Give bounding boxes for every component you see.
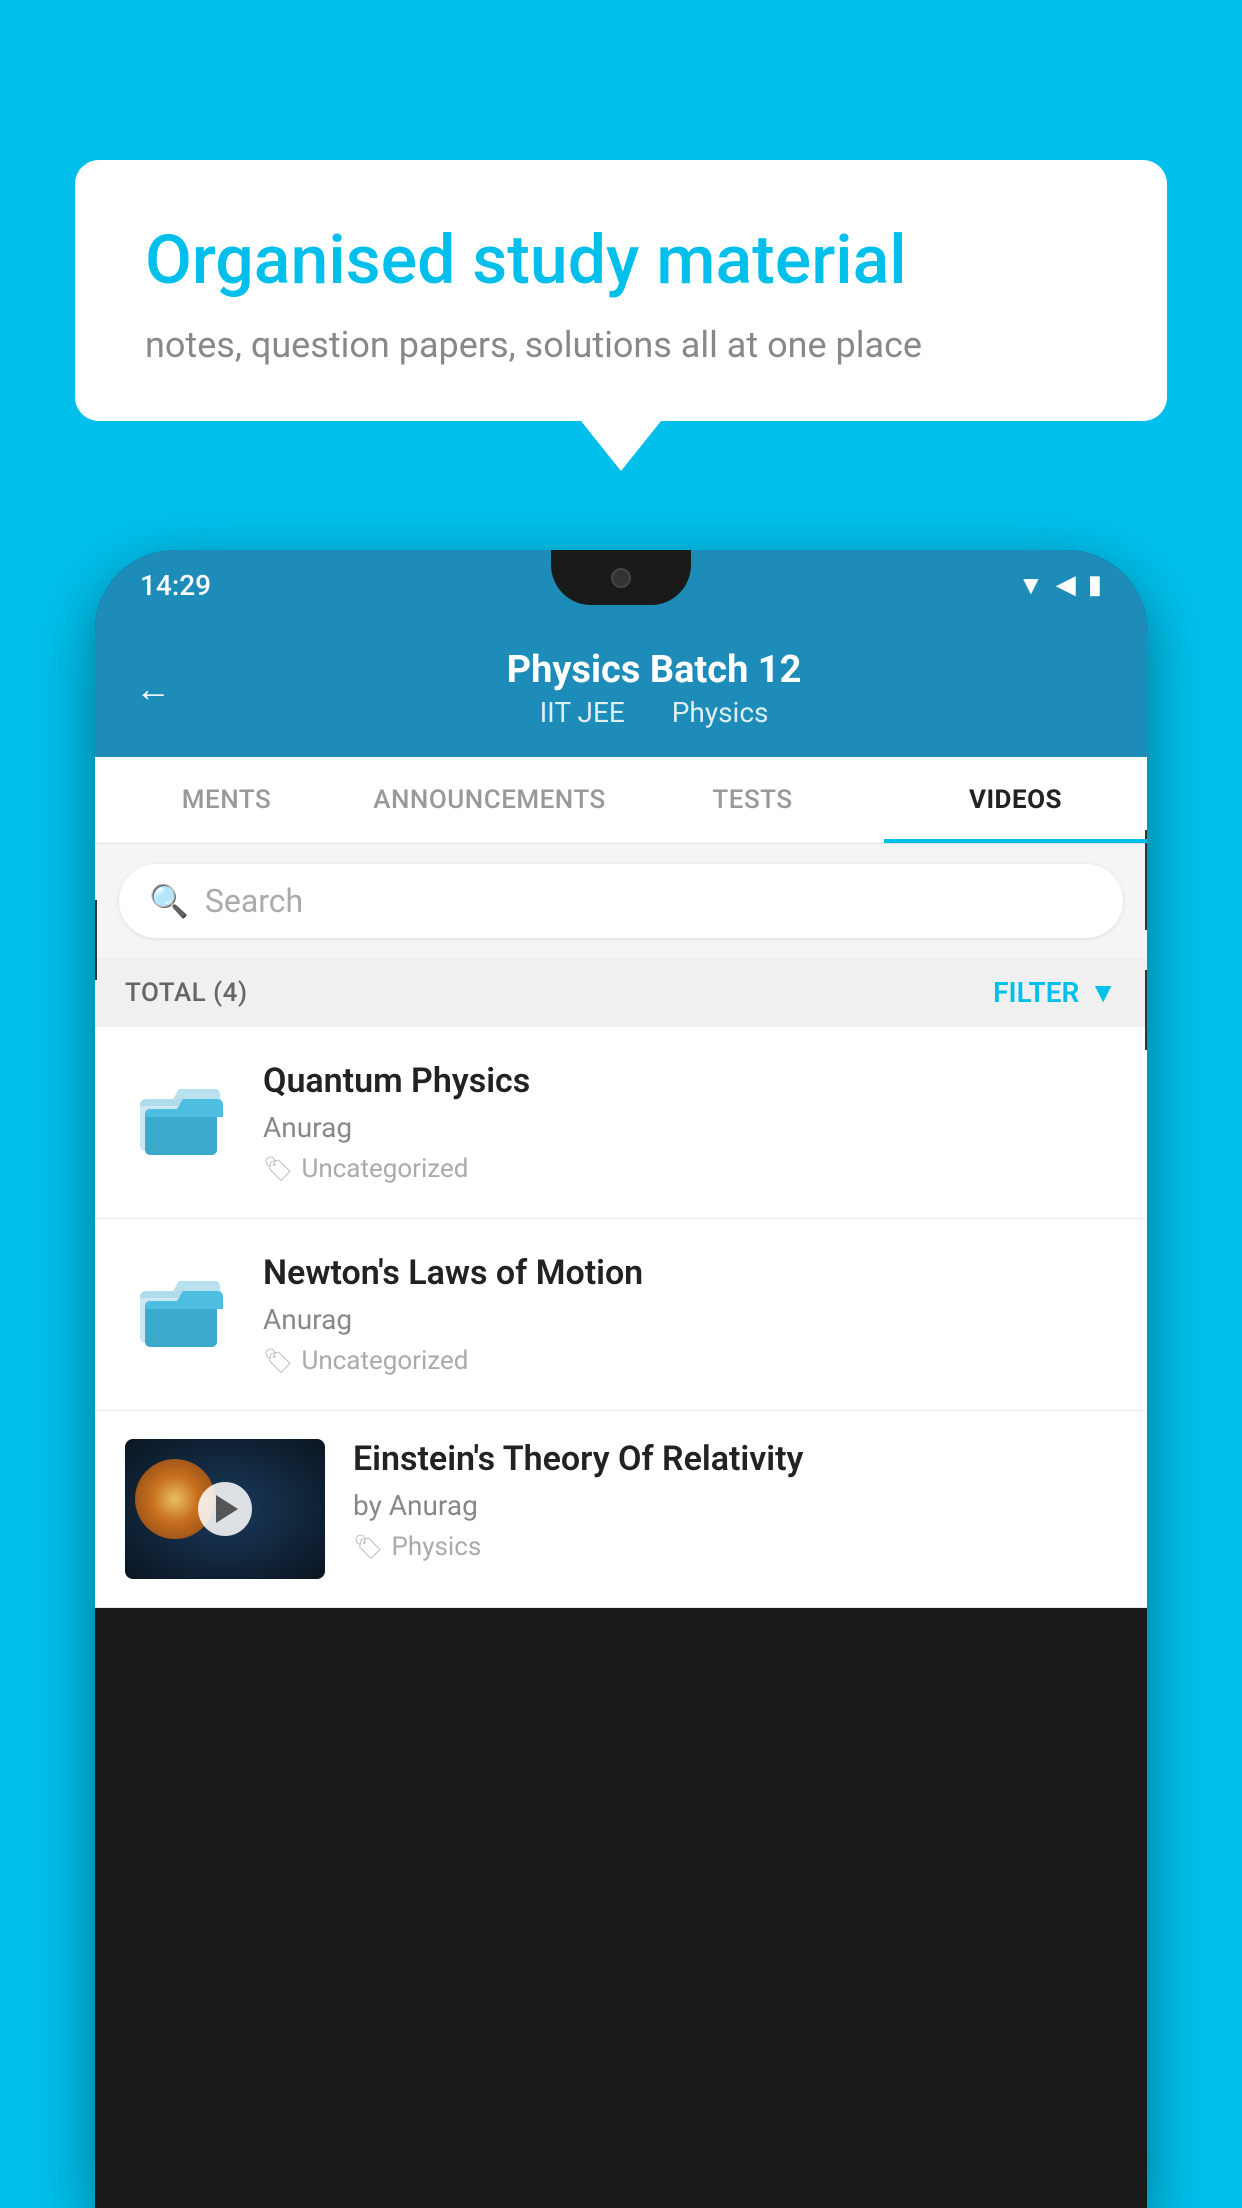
bubble-pointer bbox=[581, 421, 661, 471]
app-header: ← Physics Batch 12 IIT JEE Physics bbox=[95, 620, 1147, 757]
filter-funnel-icon: ▼ bbox=[1089, 976, 1117, 1009]
folder-icon bbox=[135, 1071, 225, 1161]
subtitle-iit: IIT JEE bbox=[540, 696, 625, 729]
video-info-quantum: Quantum Physics Anurag 🏷 Uncategorized bbox=[263, 1061, 1117, 1184]
tab-tests[interactable]: TESTS bbox=[621, 757, 884, 843]
bubble-subtitle: notes, question papers, solutions all at… bbox=[145, 324, 1097, 366]
tag-icon: 🏷 bbox=[263, 1155, 293, 1183]
status-bar: 14:29 ▼ ◀ ▮ bbox=[95, 550, 1147, 620]
video-list: Quantum Physics Anurag 🏷 Uncategorized bbox=[95, 1027, 1147, 1608]
tab-videos[interactable]: VIDEOS bbox=[884, 757, 1147, 843]
video-tag-quantum: 🏷 Uncategorized bbox=[263, 1154, 1117, 1184]
video-item-quantum[interactable]: Quantum Physics Anurag 🏷 Uncategorized bbox=[95, 1027, 1147, 1219]
video-item-einstein[interactable]: Einstein's Theory Of Relativity by Anura… bbox=[95, 1411, 1147, 1608]
batch-title: Physics Batch 12 bbox=[201, 648, 1107, 692]
video-thumb-quantum bbox=[125, 1061, 235, 1171]
signal-icon: ◀ bbox=[1056, 570, 1076, 600]
video-title-einstein: Einstein's Theory Of Relativity bbox=[353, 1439, 1117, 1479]
search-bar-container: 🔍 Search bbox=[95, 844, 1147, 958]
speech-bubble-container: Organised study material notes, question… bbox=[75, 160, 1167, 471]
tab-ments[interactable]: MENTS bbox=[95, 757, 358, 843]
tab-announcements[interactable]: ANNOUNCEMENTS bbox=[358, 757, 621, 843]
bubble-title: Organised study material bbox=[145, 220, 1097, 302]
video-thumb-newton bbox=[125, 1253, 235, 1363]
play-triangle-icon bbox=[216, 1495, 238, 1523]
phone-frame: 14:29 ▼ ◀ ▮ ← Physics Batch 12 IIT JEE P… bbox=[95, 550, 1147, 2208]
video-info-einstein: Einstein's Theory Of Relativity by Anura… bbox=[353, 1439, 1117, 1562]
status-time: 14:29 bbox=[140, 569, 211, 602]
back-button[interactable]: ← bbox=[135, 668, 171, 710]
video-title-quantum: Quantum Physics bbox=[263, 1061, 1117, 1101]
search-icon: 🔍 bbox=[149, 882, 189, 920]
total-count: TOTAL (4) bbox=[125, 978, 248, 1008]
video-tag-einstein: 🏷 Physics bbox=[353, 1532, 1117, 1562]
header-title-block: Physics Batch 12 IIT JEE Physics bbox=[201, 648, 1107, 729]
video-author-einstein: by Anurag bbox=[353, 1489, 1117, 1522]
speech-bubble-card: Organised study material notes, question… bbox=[75, 160, 1167, 421]
camera bbox=[611, 568, 631, 588]
play-button-einstein[interactable] bbox=[198, 1482, 252, 1536]
subtitle-physics: Physics bbox=[672, 696, 769, 729]
battery-icon: ▮ bbox=[1088, 570, 1102, 600]
status-icons: ▼ ◀ ▮ bbox=[1018, 570, 1102, 601]
folder-icon-newton bbox=[135, 1263, 225, 1353]
video-item-newton[interactable]: Newton's Laws of Motion Anurag 🏷 Uncateg… bbox=[95, 1219, 1147, 1411]
filter-label: FILTER bbox=[993, 976, 1079, 1009]
video-title-newton: Newton's Laws of Motion bbox=[263, 1253, 1117, 1293]
video-tag-newton: 🏷 Uncategorized bbox=[263, 1346, 1117, 1376]
filter-bar: TOTAL (4) FILTER ▼ bbox=[95, 958, 1147, 1027]
wifi-icon: ▼ bbox=[1018, 570, 1044, 601]
tag-icon-einstein: 🏷 bbox=[353, 1533, 383, 1561]
volume-button bbox=[95, 900, 97, 980]
video-author-newton: Anurag bbox=[263, 1303, 1117, 1336]
video-info-newton: Newton's Laws of Motion Anurag 🏷 Uncateg… bbox=[263, 1253, 1117, 1376]
batch-subtitle: IIT JEE Physics bbox=[201, 696, 1107, 729]
tag-icon-newton: 🏷 bbox=[263, 1347, 293, 1375]
power-button bbox=[1145, 830, 1147, 930]
phone-notch bbox=[551, 550, 691, 605]
video-thumbnail-einstein bbox=[125, 1439, 325, 1579]
search-input[interactable]: Search bbox=[205, 882, 303, 920]
filter-button[interactable]: FILTER ▼ bbox=[993, 976, 1117, 1009]
video-author-quantum: Anurag bbox=[263, 1111, 1117, 1144]
search-bar[interactable]: 🔍 Search bbox=[119, 864, 1123, 938]
volume-down-button bbox=[1145, 970, 1147, 1050]
tab-bar: MENTS ANNOUNCEMENTS TESTS VIDEOS bbox=[95, 757, 1147, 844]
